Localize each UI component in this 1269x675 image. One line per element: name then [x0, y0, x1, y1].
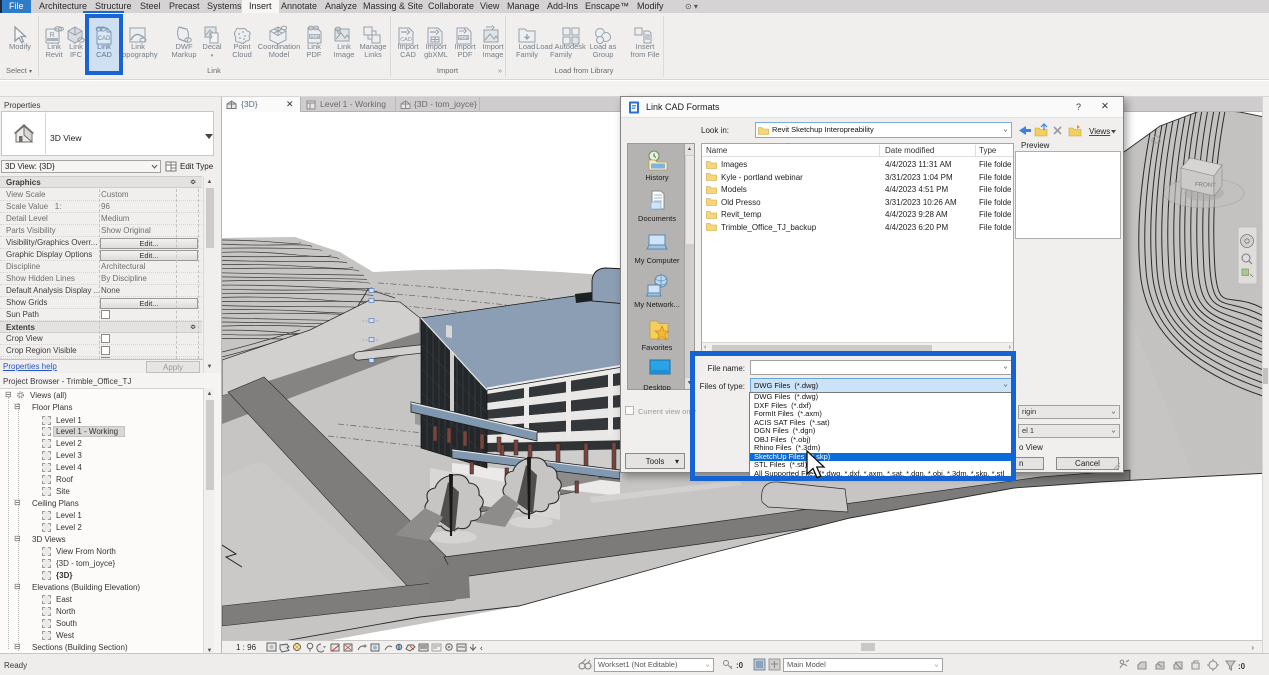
svg-text:FRONT: FRONT — [1195, 182, 1216, 189]
svg-text:O: O — [18, 393, 23, 399]
svg-text:R: R — [49, 32, 54, 39]
svg-text:PDF: PDF — [459, 35, 468, 40]
svg-text:Views: Views — [1089, 127, 1110, 136]
svg-text::0: :0 — [1238, 662, 1246, 671]
svg-text:‹: ‹ — [480, 644, 483, 653]
svg-text:PDF: PDF — [310, 34, 319, 39]
